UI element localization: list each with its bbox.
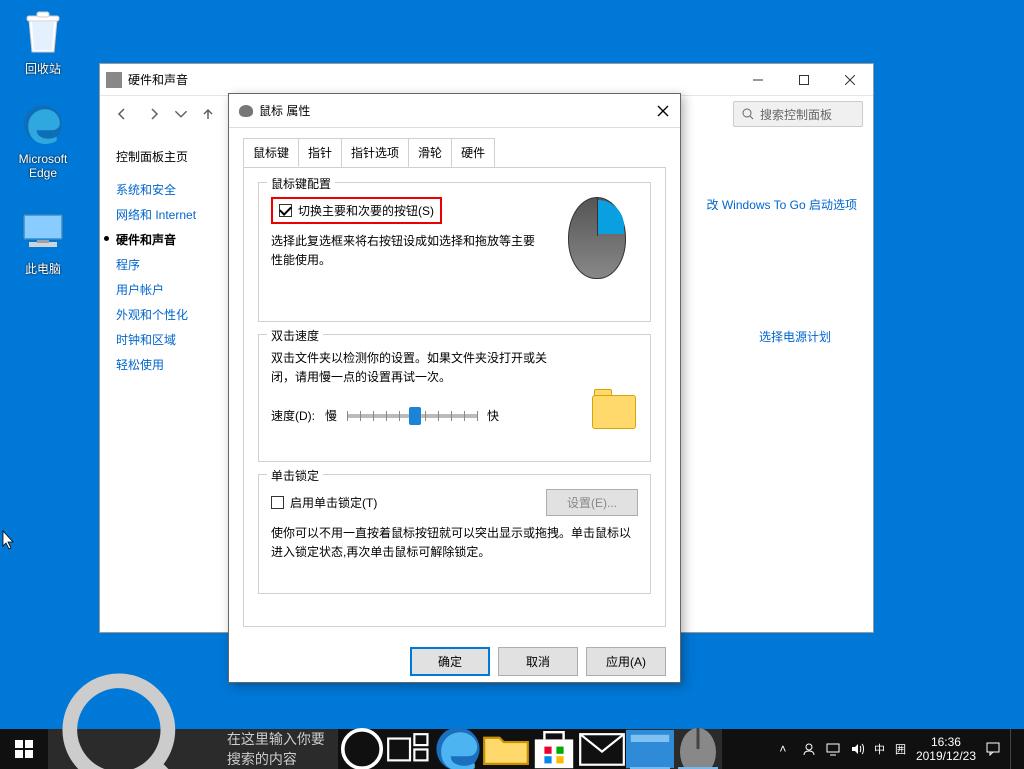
- task-view-icon[interactable]: [386, 729, 434, 769]
- this-pc-label: 此电脑: [25, 262, 61, 276]
- search-icon: [60, 671, 217, 769]
- sidebar-item-network[interactable]: 网络和 Internet: [116, 202, 209, 227]
- taskbar-search-placeholder: 在这里输入你要搜索的内容: [227, 729, 326, 769]
- cp-title-icon: [106, 72, 122, 88]
- switch-buttons-label: 切换主要和次要的按钮(S): [298, 202, 434, 219]
- maximize-button[interactable]: [781, 64, 827, 96]
- mouse-graphic: [568, 197, 636, 283]
- store-taskbar-icon[interactable]: [530, 729, 578, 769]
- minimize-button[interactable]: [735, 64, 781, 96]
- tabbar: 鼠标键 指针 指针选项 滑轮 硬件: [229, 128, 680, 167]
- switch-buttons-checkbox[interactable]: [279, 204, 292, 217]
- volume-icon[interactable]: [850, 742, 864, 756]
- mail-taskbar-icon[interactable]: [578, 729, 626, 769]
- highlighted-switch-option: 切换主要和次要的按钮(S): [271, 197, 442, 224]
- recycle-bin-label: 回收站: [25, 62, 61, 76]
- speed-slider[interactable]: [347, 414, 477, 418]
- ime-mode-icon[interactable]: 囲: [895, 741, 906, 757]
- sidebar-item-users[interactable]: 用户帐户: [116, 277, 209, 302]
- button-config-legend: 鼠标键配置: [267, 175, 335, 192]
- forward-button[interactable]: [142, 102, 166, 126]
- cancel-button[interactable]: 取消: [498, 647, 578, 676]
- desktop: 回收站 Microsoft Edge 此电脑 硬件和声音: [0, 0, 1024, 769]
- sidebar-item-clock[interactable]: 时钟和区域: [116, 327, 209, 352]
- button-config-group: 鼠标键配置 切换主要和次要的按钮(S) 选择此复选框来将右按钮设成如选择和拖放等…: [258, 182, 651, 322]
- cp-search-placeholder: 搜索控制面板: [760, 106, 832, 123]
- cursor-icon: [2, 530, 16, 550]
- tab-pointer-options[interactable]: 指针选项: [341, 138, 409, 167]
- slider-thumb-icon[interactable]: [409, 407, 421, 425]
- network-icon[interactable]: [826, 742, 840, 756]
- cortana-icon[interactable]: [338, 729, 386, 769]
- tab-buttons[interactable]: 鼠标键: [243, 138, 299, 167]
- people-icon[interactable]: [802, 742, 816, 756]
- ime-lang-icon[interactable]: 中: [874, 741, 885, 757]
- dialog-title: 鼠标 属性: [259, 102, 310, 119]
- dialog-titlebar[interactable]: 鼠标 属性: [229, 94, 680, 128]
- show-desktop-button[interactable]: [1010, 729, 1016, 769]
- tray-overflow-icon[interactable]: ˄: [774, 742, 792, 756]
- explorer-taskbar-icon[interactable]: [482, 729, 530, 769]
- sidebar-home[interactable]: 控制面板主页: [116, 148, 209, 165]
- edge-label: Microsoft Edge: [19, 152, 68, 180]
- search-icon: [742, 108, 754, 120]
- sidebar-item-hardware[interactable]: 硬件和声音: [116, 227, 209, 252]
- clock-date: 2019/12/23: [916, 749, 976, 763]
- cp-search[interactable]: 搜索控制面板: [733, 101, 863, 127]
- click-lock-settings-button: 设置(E)...: [546, 489, 638, 516]
- speed-fast-label: 快: [487, 407, 499, 424]
- this-pc-icon[interactable]: 此电脑: [8, 208, 78, 277]
- ok-button[interactable]: 确定: [410, 647, 490, 676]
- link-power-plan[interactable]: 选择电源计划: [759, 328, 831, 345]
- taskbar-search[interactable]: 在这里输入你要搜索的内容: [48, 729, 338, 769]
- edge-icon[interactable]: Microsoft Edge: [8, 100, 78, 180]
- speed-slow-label: 慢: [325, 407, 337, 424]
- sidebar-item-system[interactable]: 系统和安全: [116, 177, 209, 202]
- tab-hardware[interactable]: 硬件: [451, 138, 495, 167]
- recycle-bin-icon[interactable]: 回收站: [8, 8, 78, 77]
- click-lock-label: 启用单击锁定(T): [290, 494, 377, 511]
- double-click-group: 双击速度 双击文件夹以检测你的设置。如果文件夹没打开或关闭，请用慢一点的设置再试…: [258, 334, 651, 462]
- mouse-icon: [239, 105, 253, 117]
- apply-button[interactable]: 应用(A): [586, 647, 666, 676]
- cp-titlebar[interactable]: 硬件和声音: [100, 64, 873, 96]
- click-lock-checkbox[interactable]: [271, 496, 284, 509]
- sidebar-item-ease[interactable]: 轻松使用: [116, 352, 209, 377]
- back-button[interactable]: [110, 102, 134, 126]
- up-button[interactable]: [196, 102, 220, 126]
- dialog-close-button[interactable]: [652, 100, 674, 122]
- switch-buttons-desc: 选择此复选框来将右按钮设成如选择和拖放等主要性能使用。: [271, 232, 541, 270]
- sidebar-item-programs[interactable]: 程序: [116, 252, 209, 277]
- mouse-properties-dialog: 鼠标 属性 鼠标键 指针 指针选项 滑轮 硬件 鼠标键配置 切换主要和次要的按钮…: [228, 93, 681, 683]
- link-windows-to-go[interactable]: 改 Windows To Go 启动选项: [707, 196, 857, 213]
- system-tray: ˄ 中 囲 16:36 2019/12/23: [766, 729, 1024, 769]
- mouse-dialog-taskbar-icon[interactable]: [674, 729, 722, 769]
- taskbar: 在这里输入你要搜索的内容 ˄ 中 囲 16:36 2019/12/23: [0, 729, 1024, 769]
- speed-label: 速度(D):: [271, 407, 315, 424]
- click-lock-desc: 使你可以不用一直按着鼠标按钮就可以突出显示或拖拽。单击鼠标以进入锁定状态,再次单…: [271, 524, 638, 562]
- clock-time: 16:36: [916, 735, 976, 749]
- start-button[interactable]: [0, 729, 48, 769]
- click-lock-group: 单击锁定 启用单击锁定(T) 设置(E)... 使你可以不用一直按着鼠标按钮就可…: [258, 474, 651, 594]
- test-folder-icon[interactable]: [592, 389, 636, 429]
- close-button[interactable]: [827, 64, 873, 96]
- double-click-desc: 双击文件夹以检测你的设置。如果文件夹没打开或关闭，请用慢一点的设置再试一次。: [271, 349, 561, 387]
- cp-title: 硬件和声音: [128, 71, 188, 88]
- tab-wheel[interactable]: 滑轮: [408, 138, 452, 167]
- action-center-icon[interactable]: [986, 742, 1000, 756]
- click-lock-legend: 单击锁定: [267, 467, 323, 484]
- tray-clock[interactable]: 16:36 2019/12/23: [916, 735, 976, 764]
- history-dropdown[interactable]: [174, 102, 188, 126]
- double-click-legend: 双击速度: [267, 327, 323, 344]
- cp-sidebar: 控制面板主页 系统和安全 网络和 Internet 硬件和声音 程序 用户帐户 …: [100, 132, 215, 632]
- tab-pointers[interactable]: 指针: [298, 138, 342, 167]
- control-panel-taskbar-icon[interactable]: [626, 729, 674, 769]
- sidebar-item-appearance[interactable]: 外观和个性化: [116, 302, 209, 327]
- tab-panel: 鼠标键配置 切换主要和次要的按钮(S) 选择此复选框来将右按钮设成如选择和拖放等…: [243, 167, 666, 627]
- edge-taskbar-icon[interactable]: [434, 729, 482, 769]
